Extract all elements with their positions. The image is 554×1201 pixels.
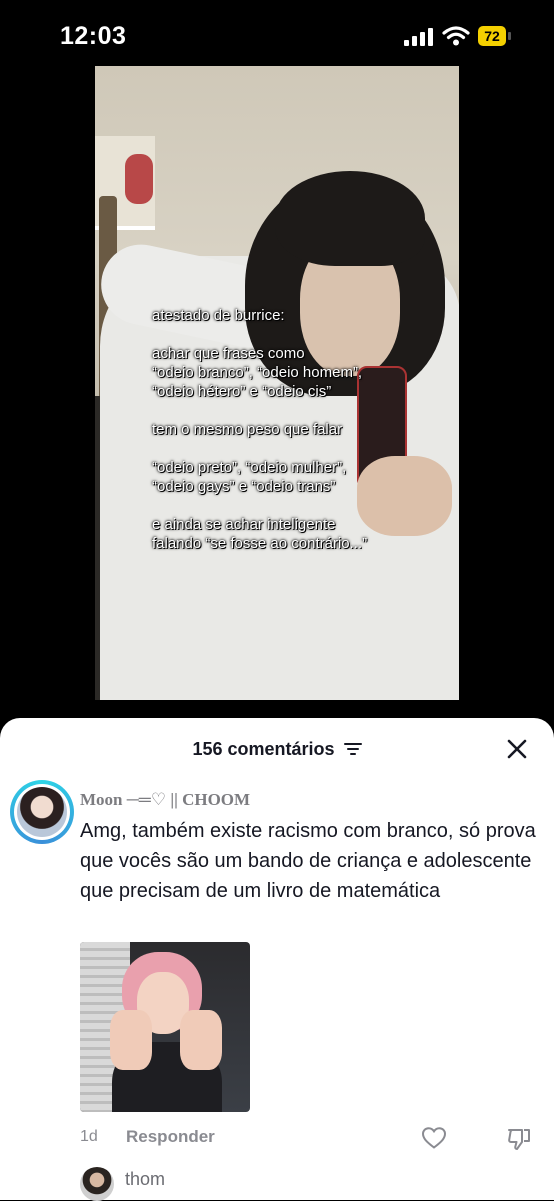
comment-text: Amg, também existe racismo com branco, s… bbox=[80, 820, 536, 902]
comment-count-label: 156 comentários bbox=[192, 738, 335, 759]
comments-sheet: 156 comentários Moon ─═♡ || CHOOM Amg, t… bbox=[0, 718, 554, 1201]
caption-line: “odeio gays” e “odeio trans” bbox=[152, 478, 336, 495]
caption-line: “odeio hétero” e “odeio cis” bbox=[152, 383, 332, 400]
heart-icon[interactable] bbox=[421, 1126, 447, 1150]
dislike-icon[interactable] bbox=[506, 1126, 532, 1152]
filter-icon[interactable] bbox=[343, 742, 362, 756]
close-icon[interactable] bbox=[506, 738, 528, 760]
comments-header: 156 comentários bbox=[0, 718, 554, 778]
comment-gif-image[interactable] bbox=[80, 942, 250, 1112]
avatar-photo bbox=[17, 787, 67, 837]
status-time: 12:03 bbox=[60, 22, 127, 50]
caption-line: “odeio preto”, “odeio mulher”, bbox=[152, 459, 347, 476]
comment-time: 1d bbox=[80, 1128, 98, 1145]
next-comment-username[interactable]: thom bbox=[125, 1169, 165, 1190]
wifi-icon bbox=[442, 26, 470, 46]
caption-line: tem o mesmo peso que falar bbox=[152, 421, 343, 438]
caption-line: falando “se fosse ao contrário...” bbox=[152, 535, 368, 552]
reply-button[interactable]: Responder bbox=[126, 1127, 215, 1147]
caption-line: e ainda se achar inteligente bbox=[152, 516, 336, 533]
caption-line: “odeio branco”, “odeio homem”, bbox=[152, 364, 363, 381]
reply-avatar[interactable] bbox=[80, 1167, 114, 1201]
person-fringe bbox=[275, 171, 425, 266]
battery-icon: 72 bbox=[478, 26, 512, 46]
status-bar: 12:03 72 bbox=[0, 0, 554, 70]
cellular-signal-icon bbox=[404, 28, 433, 46]
battery-level: 72 bbox=[478, 26, 506, 46]
comment-actions: 1d Responder bbox=[80, 1126, 540, 1150]
commenter-avatar[interactable] bbox=[10, 780, 74, 844]
video-caption-overlay: atestado de burrice: achar que frases co… bbox=[152, 306, 452, 553]
comment-username[interactable]: Moon ─═♡ || CHOOM bbox=[80, 790, 250, 810]
video-player[interactable]: atestado de burrice: achar que frases co… bbox=[95, 66, 459, 700]
caption-line: atestado de burrice: bbox=[152, 307, 285, 324]
caption-line: achar que frases como bbox=[152, 345, 305, 362]
comment-count[interactable]: 156 comentários bbox=[0, 738, 554, 760]
